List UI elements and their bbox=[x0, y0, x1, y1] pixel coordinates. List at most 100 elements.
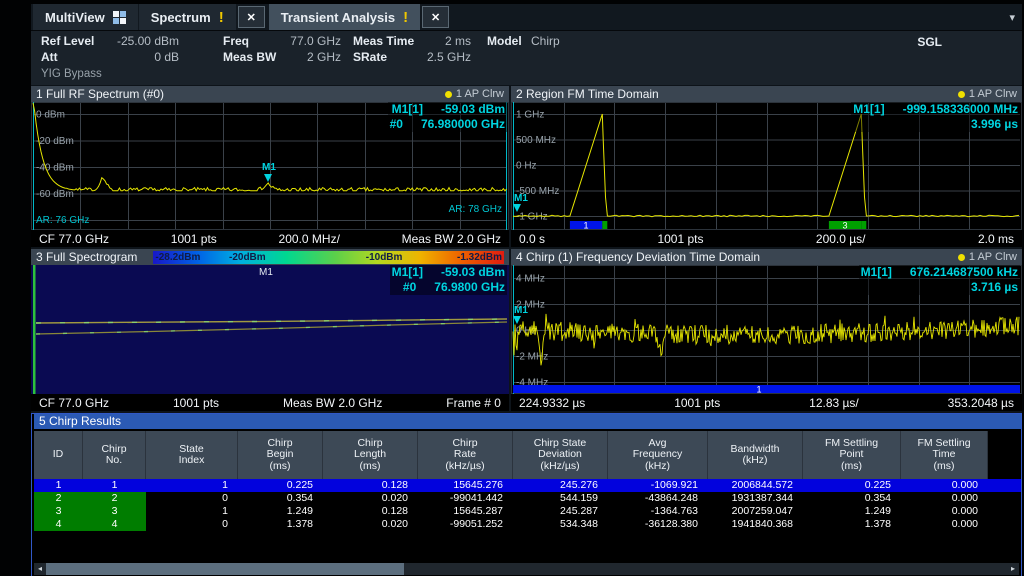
table-cell: 4 bbox=[34, 518, 83, 531]
table-cell: 0.354 bbox=[803, 492, 901, 505]
state-bar-1-label: 1 bbox=[583, 221, 588, 231]
marker-value: 76.980000 GHz bbox=[421, 117, 505, 132]
sysbar-field-value[interactable]: Chirp bbox=[531, 34, 601, 48]
table-cell: 0.020 bbox=[323, 492, 418, 505]
single-sweep-indicator: SGL bbox=[917, 35, 942, 49]
table-cell: 2006844.572 bbox=[708, 479, 803, 492]
display-area: MultiViewSpectrum!✕Transient Analysis!✕▾… bbox=[31, 4, 1022, 576]
table-cell: 245.276 bbox=[513, 479, 608, 492]
tab-multiview[interactable]: MultiView bbox=[33, 4, 138, 30]
table-cell: 2 bbox=[34, 492, 83, 505]
table-row[interactable]: 2200.3540.020-99041.442544.159-43864.248… bbox=[34, 492, 1021, 505]
panel-2-header[interactable]: 2 Region FM Time Domain 1 AP Clrw bbox=[511, 86, 1022, 102]
sysbar-field-value[interactable]: 2.5 GHz bbox=[411, 50, 471, 64]
marker-value: 3.996 µs bbox=[971, 117, 1018, 132]
marker-value: 3.716 µs bbox=[971, 280, 1018, 295]
table-cell: 3 bbox=[34, 505, 83, 518]
table-cell: 0.354 bbox=[238, 492, 323, 505]
table-cell: 0.000 bbox=[901, 479, 988, 492]
y-axis-label: -20 dBm bbox=[36, 136, 74, 147]
marker-readout-row: 3.716 µs bbox=[861, 280, 1018, 295]
sysbar-field-value[interactable]: -25.00 dBm bbox=[89, 34, 179, 48]
table-cell: -1069.921 bbox=[608, 479, 708, 492]
tab-overflow-arrow[interactable]: ▾ bbox=[1009, 11, 1015, 24]
marker-m1-label: M1 bbox=[262, 162, 276, 173]
table-cell: 1 bbox=[34, 479, 83, 492]
table-cell: 1.249 bbox=[238, 505, 323, 518]
spectrogram-current-frame-line bbox=[33, 265, 36, 394]
tab-transient-analysis[interactable]: Transient Analysis! bbox=[269, 4, 420, 30]
rf-spectrum-chart[interactable]: 0 dBm-20 dBm-40 dBm-60 dBmM1AR: 76 GHzAR… bbox=[31, 102, 509, 230]
fm-time-domain-chart[interactable]: 1 GHz500 MHz0 Hz-500 MHz-1 GHz13M1M1[1]-… bbox=[511, 102, 1022, 230]
sysbar-field-label[interactable]: Meas BW bbox=[223, 50, 276, 64]
panel-1-header[interactable]: 1 Full RF Spectrum (#0) 1 AP Clrw bbox=[31, 86, 509, 102]
color-scale-label: -20dBm bbox=[229, 251, 266, 264]
color-scale-label: -10dBm bbox=[366, 251, 403, 264]
panel-region-fm-time-domain: 2 Region FM Time Domain 1 AP Clrw 1 GHz5… bbox=[511, 86, 1022, 247]
marker-readout: M1[1]-999.158336000 MHz3.996 µs bbox=[851, 102, 1020, 132]
table-row[interactable]: 3311.2490.12815645.287245.287-1364.76320… bbox=[34, 505, 1021, 518]
marker-m1-icon[interactable] bbox=[513, 316, 521, 324]
table-cell: 0 bbox=[146, 492, 238, 505]
sysbar-field-label[interactable]: Model bbox=[487, 34, 522, 48]
scroll-right-arrow-icon[interactable] bbox=[1007, 563, 1019, 575]
sysbar-field-label[interactable]: Ref Level bbox=[41, 34, 94, 48]
marker-readout-row: 3.996 µs bbox=[853, 117, 1018, 132]
sysbar-field-label[interactable]: SRate bbox=[353, 50, 387, 64]
sysbar-field-label[interactable]: Att bbox=[41, 50, 58, 64]
table-title: 5 Chirp Results bbox=[34, 414, 1021, 429]
table-cell: 1941840.368 bbox=[708, 518, 803, 531]
axis-value: 200.0 µs/ bbox=[816, 232, 866, 246]
scroll-left-arrow-icon[interactable] bbox=[34, 563, 46, 575]
table-column-header: Chirp StateDeviation(kHz/µs) bbox=[513, 431, 608, 479]
tab-spectrum[interactable]: Spectrum! bbox=[139, 4, 236, 30]
marker-name: #0 bbox=[390, 117, 403, 132]
table-cell: 4 bbox=[83, 518, 146, 531]
sysbar-field-value[interactable]: 2 GHz bbox=[279, 50, 341, 64]
marker-m1-label: M1 bbox=[514, 193, 528, 204]
tab-label: Transient Analysis bbox=[281, 10, 395, 25]
table-column-header: FM SettlingTime(ms) bbox=[901, 431, 988, 479]
sysbar-field-value[interactable]: 0 dB bbox=[89, 50, 179, 64]
marker-name: M1[1] bbox=[392, 265, 423, 280]
spectrogram-chart[interactable]: M1M1[1]-59.03 dBm#076.9800 GHz bbox=[31, 265, 509, 394]
panel-2-axis-bar: 0.0 s1001 pts200.0 µs/2.0 ms bbox=[511, 230, 1022, 247]
tab-close-button[interactable]: ✕ bbox=[422, 6, 449, 28]
panel-row-2: 3 Full Spectrogram -28.2dBm-20dBm-10dBm-… bbox=[31, 249, 1022, 411]
marker-value: -59.03 dBm bbox=[441, 265, 505, 280]
table-cell: 534.348 bbox=[513, 518, 608, 531]
axis-value: 200.0 MHz/ bbox=[279, 232, 340, 246]
trace-dot-icon bbox=[958, 254, 965, 261]
table-cell: 15645.287 bbox=[418, 505, 513, 518]
sysbar-field-label[interactable]: Freq bbox=[223, 34, 249, 48]
marker-readout-row: M1[1]-59.03 dBm bbox=[390, 102, 505, 117]
panel-4-header[interactable]: 4 Chirp (1) Frequency Deviation Time Dom… bbox=[511, 249, 1022, 265]
table-cell: 544.159 bbox=[513, 492, 608, 505]
sysbar-field-value[interactable]: 77.0 GHz bbox=[279, 34, 341, 48]
state-bar-4 bbox=[861, 221, 866, 229]
spectrogram-color-scale: -28.2dBm-20dBm-10dBm-1.32dBm bbox=[153, 251, 504, 264]
table-row[interactable]: 4401.3780.020-99051.252534.348-36128.380… bbox=[34, 518, 1021, 531]
sysbar-field-label[interactable]: Meas Time bbox=[353, 34, 414, 48]
panel-3-header[interactable]: 3 Full Spectrogram -28.2dBm-20dBm-10dBm-… bbox=[31, 249, 509, 265]
axis-value: 353.2048 µs bbox=[948, 396, 1014, 410]
marker-value: -999.158336000 MHz bbox=[903, 102, 1018, 117]
tab-close-button[interactable]: ✕ bbox=[238, 6, 265, 28]
table-cell: 0.225 bbox=[803, 479, 901, 492]
table-cell: 1.249 bbox=[803, 505, 901, 518]
frequency-deviation-chart[interactable]: 4 MHz2 MHz0 Hz-2 MHz-4 MHz1M1M1[1]676.21… bbox=[511, 265, 1022, 394]
marker-m1-label: M1 bbox=[259, 267, 273, 278]
table-cell: 1.378 bbox=[238, 518, 323, 531]
sysbar-field-value[interactable]: 2 ms bbox=[411, 34, 471, 48]
axis-value: CF 77.0 GHz bbox=[39, 232, 109, 246]
axis-value: 0.0 s bbox=[519, 232, 545, 246]
scrollbar-thumb[interactable] bbox=[46, 563, 404, 575]
table-row[interactable]: 1110.2250.12815645.276245.276-1069.92120… bbox=[34, 479, 1021, 492]
table-column-header: FM SettlingPoint(ms) bbox=[803, 431, 901, 479]
table-cell: 1 bbox=[146, 505, 238, 518]
marker-readout: M1[1]676.214687500 kHz3.716 µs bbox=[859, 265, 1020, 295]
panel-full-spectrogram: 3 Full Spectrogram -28.2dBm-20dBm-10dBm-… bbox=[31, 249, 509, 411]
horizontal-scrollbar[interactable] bbox=[34, 563, 1019, 575]
analysis-region-right-label: AR: 78 GHz bbox=[449, 204, 502, 215]
y-axis-label: 0 Hz bbox=[516, 161, 537, 172]
